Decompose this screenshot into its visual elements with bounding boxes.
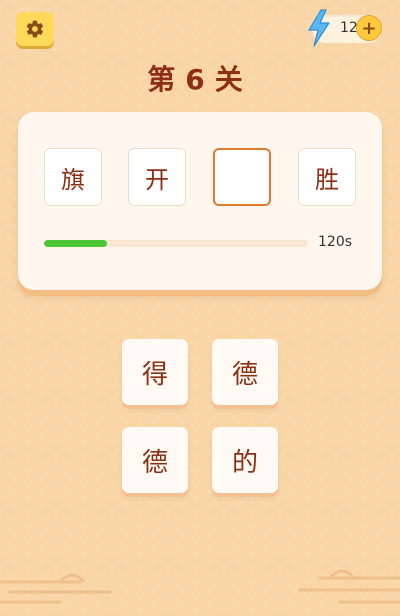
- cloud-decoration-left: [0, 573, 112, 604]
- choice-tile[interactable]: 德: [122, 427, 188, 493]
- gear-icon: [26, 20, 44, 38]
- add-energy-button[interactable]: +: [356, 15, 382, 41]
- cloud-decoration-right: [298, 569, 400, 604]
- answer-slot-4: 胜: [298, 148, 356, 206]
- puzzle-panel: 旗 开 胜 120s: [18, 112, 382, 290]
- timer-progress-bar: [44, 240, 308, 247]
- choice-tile[interactable]: 的: [212, 427, 278, 493]
- settings-button[interactable]: [16, 12, 54, 46]
- answer-slot-empty[interactable]: [213, 148, 271, 206]
- answer-slot-2: 开: [128, 148, 186, 206]
- level-title: 第6关: [147, 63, 253, 96]
- answer-slot-1: 旗: [44, 148, 102, 206]
- choice-tile[interactable]: 得: [122, 339, 188, 405]
- lightning-bolt-icon: [308, 9, 330, 47]
- choice-tile[interactable]: 德: [212, 339, 278, 405]
- timer-progress-fill: [44, 240, 108, 247]
- energy-counter: 12 +: [308, 9, 382, 47]
- timer-text: 120s: [318, 234, 353, 250]
